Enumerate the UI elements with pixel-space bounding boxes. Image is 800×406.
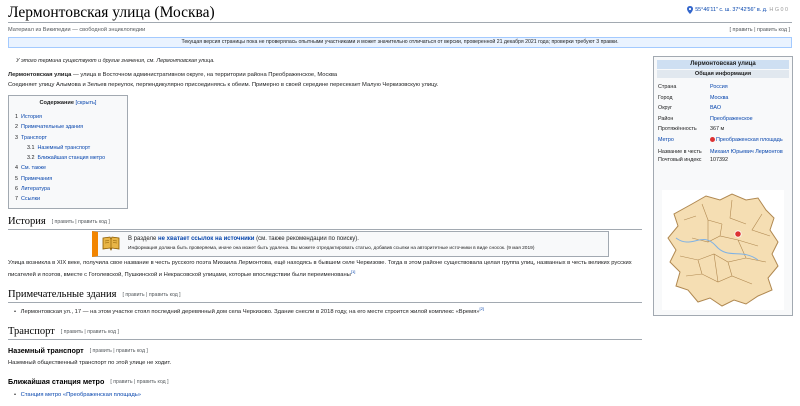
infobox-row: Район Преображенское (658, 115, 753, 122)
toc-item[interactable]: 5 Примечания (15, 174, 127, 184)
subsection-heading-ground-transport: Наземный транспорт[ править | править ко… (8, 346, 148, 355)
map-pin-icon (687, 6, 694, 14)
book-icon (102, 236, 120, 251)
ground-transport-text: Наземный общественный транспорт по этой … (8, 360, 172, 366)
subsection-heading-metro: Ближайшая станция метро[ править | прави… (8, 377, 169, 386)
toc-item[interactable]: 6 Литература (15, 184, 127, 194)
infobox-row: Город Москва (658, 94, 729, 101)
metro-line-icon (710, 136, 715, 142)
ambox-link[interactable]: не хватает ссылок на источники (158, 236, 254, 242)
section-divider (8, 339, 642, 340)
infobox-title: Лермонтовская улица (657, 60, 789, 69)
infobox: Лермонтовская улица Общая информация Стр… (653, 56, 793, 316)
location-marker (734, 230, 742, 238)
infobox-row: Метро Преображенская площадь (658, 136, 783, 143)
infobox-row: Округ ВАО (658, 105, 722, 111)
coordinates[interactable]: 55°46′11″ с. ш. 37°42′56″ в. д. H G 0 0 (687, 6, 788, 14)
location-map[interactable] (662, 190, 784, 310)
section-divider (8, 302, 642, 303)
lead-text: — улица в Восточном административном окр… (71, 72, 338, 78)
metro-link[interactable]: Станция метро «Преображенская площадь» (21, 392, 141, 398)
reference-link[interactable]: [2] (479, 306, 483, 311)
section-heading-buildings: Примечательные здания[ править | править… (8, 289, 181, 300)
reference-link[interactable]: [1] (351, 269, 355, 274)
infobox-row: Протяжённость 367 м (658, 126, 725, 132)
table-of-contents: Содержание [скрыть] 1 История 2 Примечател… (8, 95, 128, 209)
infobox-table: Страна Россия Город Москва Округ ВАО Район П… (658, 82, 783, 164)
list-item: Лермонтовская ул., 17 — на этом участке … (14, 305, 644, 317)
lead-bold-term: Лермонтовская улица (8, 72, 72, 78)
toc-item[interactable]: 4 См. также (15, 163, 127, 173)
edit-section-link[interactable]: [ править | править код ] (52, 219, 110, 225)
section-divider (8, 229, 642, 230)
infobox-row: Название в честь Михаил Юрьевич Лермонтов (658, 149, 783, 155)
toc-item[interactable]: 2 Примечательные здания (15, 122, 127, 132)
toc-item[interactable]: 3.1 Наземный транспорт (15, 143, 127, 153)
infobox-row: Страна Россия (658, 84, 728, 90)
toc-item[interactable]: 7 Ссылки (15, 194, 127, 204)
coordinates-text[interactable]: 55°46′11″ с. ш. 37°42′56″ в. д. (695, 7, 767, 13)
title-divider (8, 22, 792, 23)
history-paragraph: Улица возникла в XIX веке, получила свое… (8, 260, 632, 278)
hatnote: У этого термина существуют и другие знач… (16, 58, 215, 64)
infobox-subtitle: Общая информация (657, 70, 789, 78)
edit-section-link[interactable]: [ править | править код ] (110, 379, 168, 385)
toc-item[interactable]: 3.2 Ближайшая станция метро (15, 153, 127, 163)
toc-list: 1 История 2 Примечательные здания 3 Транспо… (15, 112, 127, 205)
coordinates-extra[interactable]: H G 0 0 (769, 7, 788, 13)
section-heading-history: История[ править | править код ] (8, 216, 110, 227)
citation-needed-box: В разделе не хватает ссылок на источники… (92, 231, 609, 257)
edit-section-link[interactable]: [ править | править код ] (61, 329, 119, 335)
edit-section-link[interactable]: [ править | править код ] (122, 292, 180, 298)
ambox-detail: Информация должна быть проверяема, иначе… (128, 246, 535, 251)
edit-section-link[interactable]: [ править | править код ] (90, 348, 148, 354)
lead-paragraph-1: Лермонтовская улица — улица в Восточном … (8, 71, 648, 79)
flagged-revision-notice: Текущая версия страницы пока не проверял… (8, 37, 792, 48)
lead-paragraph-2: Соединяет улицу Алымова и Зельев переуло… (8, 82, 439, 88)
list-item: Станция метро «Преображенская площадь» (14, 391, 141, 400)
toc-title: Содержание [скрыть] (39, 100, 97, 106)
edit-top-link[interactable]: [ править | править код ] (730, 27, 790, 33)
toc-item[interactable]: 3 Транспорт (15, 133, 127, 143)
toc-item[interactable]: 1 История (15, 112, 127, 122)
page-title: Лермонтовская улица (Москва) (8, 4, 215, 21)
site-subtitle: Материал из Википедии — свободной энцикл… (8, 27, 146, 33)
ambox-message: В разделе не хватает ссылок на источники… (128, 236, 359, 242)
section-heading-transport: Транспорт[ править | править код ] (8, 326, 119, 337)
infobox-row: Почтовый индекс 107392 (658, 157, 728, 163)
toc-toggle[interactable]: [скрыть] (76, 100, 97, 106)
